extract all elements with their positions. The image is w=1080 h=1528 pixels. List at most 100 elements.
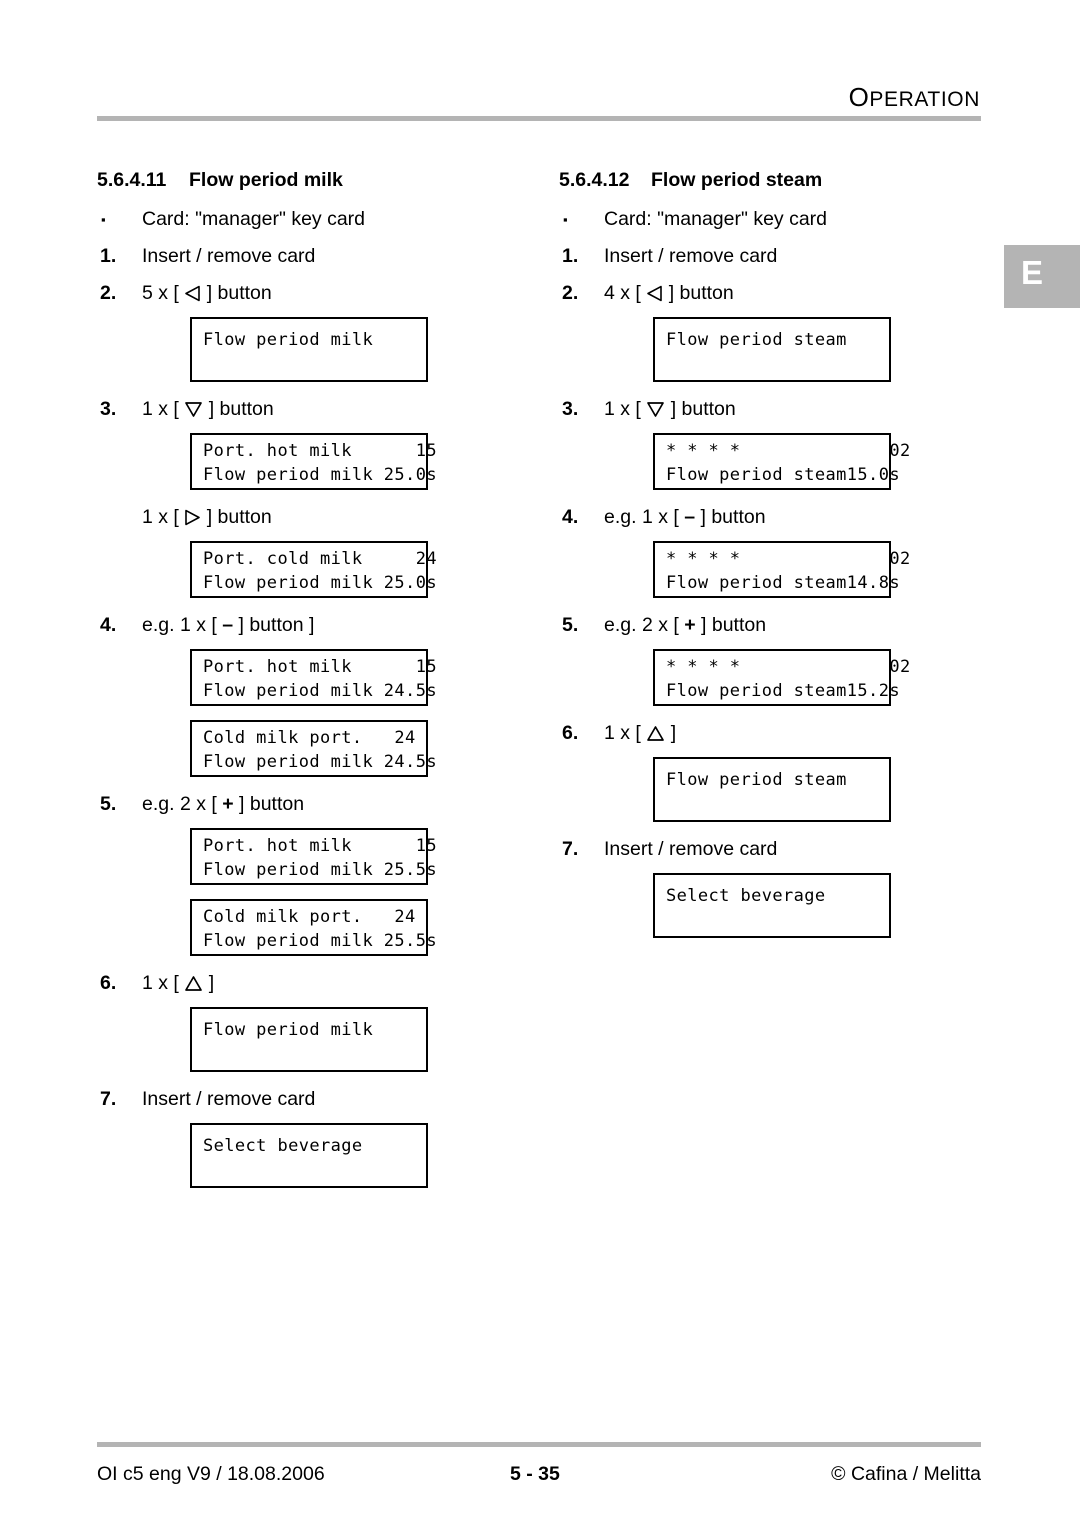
header-divider xyxy=(97,116,981,121)
right-display-2: * * * * 02 Flow period steam15.0s xyxy=(653,433,911,490)
right-step-3-marker: 3. xyxy=(562,398,579,420)
right-display-1-wrap: Flow period steam xyxy=(653,317,891,382)
right-step-7-marker: 7. xyxy=(562,838,579,860)
left-item-card-text: Card: "manager" key card xyxy=(142,208,366,230)
bullet-square-icon: ▪ xyxy=(563,212,568,227)
left-step-6: 6. 1 x [ ] xyxy=(97,970,567,996)
left-step-2: 2. 5 x [ ] button xyxy=(97,280,567,306)
right-step-5: 5. e.g. 2 x [ + ] button xyxy=(559,612,1029,638)
right-display-6-wrap: Select beverage xyxy=(653,873,891,938)
right-step-3-text-after: ] button xyxy=(665,398,736,420)
right-display-4: * * * * 02 Flow period steam15.2s xyxy=(653,649,911,706)
document-page: OPERATION E 5.6.4.11 Flow period milk ▪ C… xyxy=(0,0,1080,1528)
left-display-4-line2: Flow period milk 24.5s xyxy=(203,681,437,701)
page-header-title: OPERATION xyxy=(849,82,980,113)
right-step-3: 3. 1 x [ ] button xyxy=(559,396,1029,422)
up-triangle-icon xyxy=(184,975,203,995)
left-display-2-wrap: Port. hot milk 15 Flow period milk 25.0s xyxy=(190,433,437,490)
left-display-1-line1: Flow period milk xyxy=(203,330,374,350)
right-step-2-text-after: ] button xyxy=(663,282,734,304)
left-display-6-line2: Flow period milk 25.5s xyxy=(203,860,437,880)
left-display-1: Flow period milk xyxy=(190,317,428,382)
right-step-2: 2. 4 x [ ] button xyxy=(559,280,1029,306)
right-display-5-wrap: Flow period steam xyxy=(653,757,891,822)
left-section-heading: 5.6.4.11 Flow period milk xyxy=(97,168,567,192)
right-item-card-text: Card: "manager" key card xyxy=(604,208,828,230)
left-display-1-wrap: Flow period milk xyxy=(190,317,428,382)
minus-icon: – xyxy=(222,614,234,636)
left-step-2-text-after: ] button xyxy=(201,282,272,304)
right-step-5-text-before: e.g. 2 x [ xyxy=(604,614,685,636)
right-display-4-line2: Flow period steam15.2s xyxy=(666,681,900,701)
left-display-4: Port. hot milk 15 Flow period milk 24.5s xyxy=(190,649,437,706)
left-display-5-line2: Flow period milk 24.5s xyxy=(203,752,437,772)
left-step-3-text-after: ] button xyxy=(203,398,274,420)
left-display-7-line2: Flow period milk 25.5s xyxy=(203,931,437,951)
left-display-2: Port. hot milk 15 Flow period milk 25.0s xyxy=(190,433,437,490)
left-display-8: Flow period milk xyxy=(190,1007,428,1072)
left-step-3b: 1 x [ ] button xyxy=(97,504,567,530)
right-step-5-text-after: ] button xyxy=(695,614,767,636)
down-triangle-icon xyxy=(646,401,665,421)
left-display-3-line2: Flow period milk 25.0s xyxy=(203,573,437,593)
right-column: 5.6.4.12 Flow period steam ▪ Card: "manag… xyxy=(559,168,1029,952)
left-section-number: 5.6.4.11 xyxy=(97,169,167,191)
left-display-7-wrap: Cold milk port. 24 Flow period milk 25.5s xyxy=(190,899,437,956)
right-step-4-text-before: e.g. 1 x [ xyxy=(604,506,685,528)
left-step-3b-text-before: 1 x [ xyxy=(142,506,185,528)
right-section-number: 5.6.4.12 xyxy=(559,169,630,191)
right-section-title: Flow period steam xyxy=(651,169,823,191)
left-display-7-line1: Cold milk port. 24 xyxy=(203,907,416,927)
left-display-7: Cold milk port. 24 Flow period milk 25.5s xyxy=(190,899,437,956)
left-step-5-text-after: ] button xyxy=(233,793,305,815)
left-step-4-text-after: ] button ] xyxy=(233,614,315,636)
left-display-5-wrap: Cold milk port. 24 Flow period milk 24.5s xyxy=(190,720,437,777)
right-display-3-line2: Flow period steam14.8s xyxy=(666,573,900,593)
left-step-2-marker: 2. xyxy=(100,282,117,304)
left-display-4-line1: Port. hot milk 15 xyxy=(203,657,437,677)
left-display-4-wrap: Port. hot milk 15 Flow period milk 24.5s xyxy=(190,649,437,706)
left-step-3b-text-after: ] button xyxy=(201,506,272,528)
right-step-4-text-after: ] button xyxy=(695,506,766,528)
right-display-6-line1: Select beverage xyxy=(666,886,826,906)
plus-icon: + xyxy=(684,614,696,636)
right-step-5-marker: 5. xyxy=(562,614,579,636)
right-triangle-icon xyxy=(184,509,201,529)
header-title-initial: O xyxy=(848,82,870,112)
left-step-4: 4. e.g. 1 x [ – ] button ] xyxy=(97,612,567,638)
right-item-card: ▪ Card: "manager" key card xyxy=(559,206,1029,232)
left-display-3: Port. cold milk 24 Flow period milk 25.0s xyxy=(190,541,437,598)
left-display-8-wrap: Flow period milk xyxy=(190,1007,428,1072)
left-step-4-marker: 4. xyxy=(100,614,117,636)
left-step-7-text: Insert / remove card xyxy=(142,1088,316,1110)
right-step-6-text-after: ] xyxy=(665,722,677,744)
right-display-1-line1: Flow period steam xyxy=(666,330,847,350)
right-display-2-line2: Flow period steam15.0s xyxy=(666,465,900,485)
right-display-2-line1: * * * * 02 xyxy=(666,441,911,461)
right-step-7: 7. Insert / remove card xyxy=(559,836,1029,862)
left-step-3: 3. 1 x [ ] button xyxy=(97,396,567,422)
right-step-6-marker: 6. xyxy=(562,722,579,744)
right-display-1: Flow period steam xyxy=(653,317,891,382)
plus-icon: + xyxy=(222,793,234,815)
header-title-rest: PERATION xyxy=(869,88,980,111)
left-display-9-wrap: Select beverage xyxy=(190,1123,428,1188)
left-display-6: Port. hot milk 15 Flow period milk 25.5s xyxy=(190,828,437,885)
left-step-3-marker: 3. xyxy=(100,398,117,420)
right-step-4: 4. e.g. 1 x [ – ] button xyxy=(559,504,1029,530)
left-step-6-text-before: 1 x [ xyxy=(142,972,185,994)
right-step-1-marker: 1. xyxy=(562,245,579,267)
left-triangle-icon xyxy=(646,285,663,305)
left-display-9-line1: Select beverage xyxy=(203,1136,363,1156)
down-triangle-icon xyxy=(184,401,203,421)
left-step-5-text-before: e.g. 2 x [ xyxy=(142,793,223,815)
left-step-5: 5. e.g. 2 x [ + ] button xyxy=(97,791,567,817)
right-display-4-line1: * * * * 02 xyxy=(666,657,911,677)
left-step-5-marker: 5. xyxy=(100,793,117,815)
right-display-3-line1: * * * * 02 xyxy=(666,549,911,569)
left-step-7: 7. Insert / remove card xyxy=(97,1086,567,1112)
right-step-4-marker: 4. xyxy=(562,506,579,528)
left-item-card: ▪ Card: "manager" key card xyxy=(97,206,567,232)
right-display-3-wrap: * * * * 02 Flow period steam14.8s xyxy=(653,541,911,598)
left-step-7-marker: 7. xyxy=(100,1088,117,1110)
